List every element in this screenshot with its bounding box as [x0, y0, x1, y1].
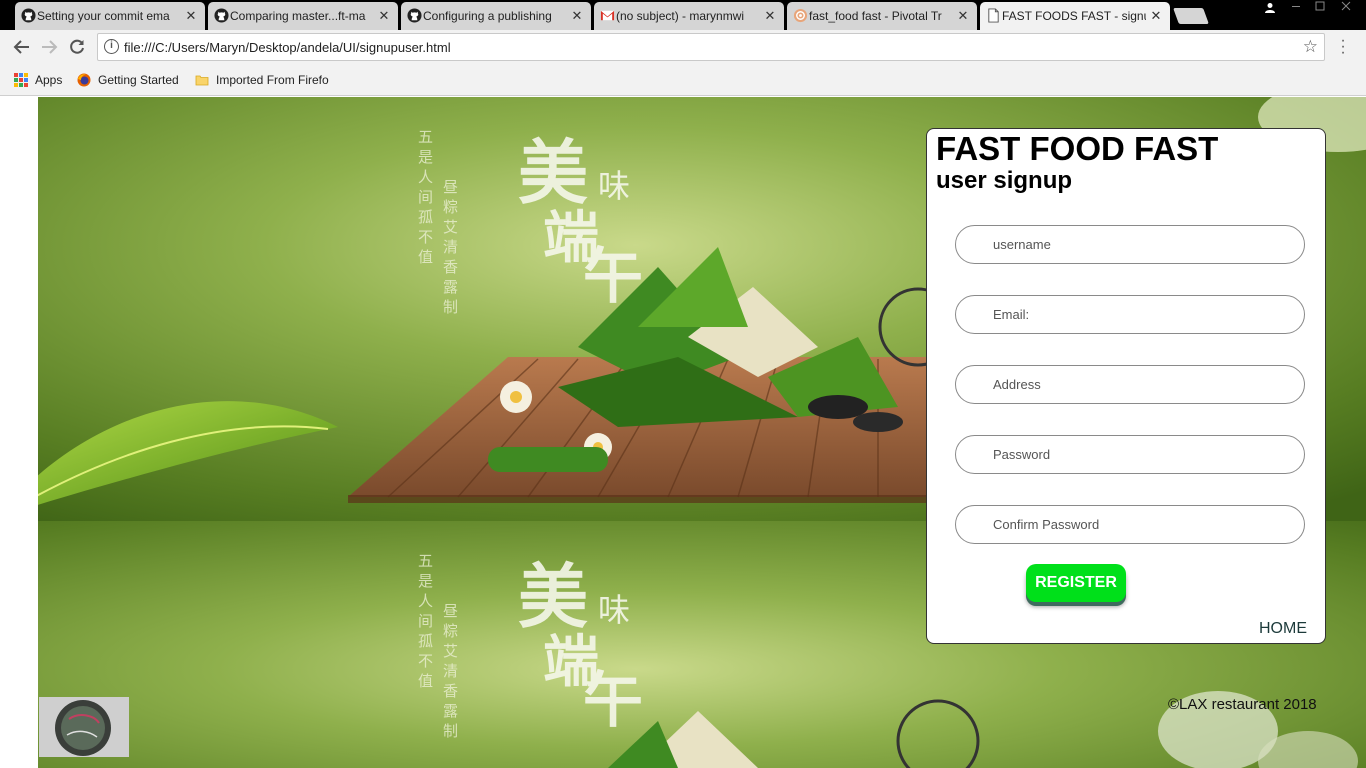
tab-title: fast_food fast - Pivotal Tr — [809, 9, 942, 23]
tab-commit-email[interactable]: Setting your commit ema ✕ — [15, 2, 205, 30]
svg-text:值: 值 — [418, 248, 433, 266]
svg-text:露: 露 — [443, 278, 458, 296]
svg-text:味: 味 — [598, 167, 630, 205]
svg-text:值: 值 — [418, 672, 433, 690]
svg-text:午: 午 — [583, 666, 643, 736]
svg-text:不: 不 — [418, 652, 433, 670]
tab-comparing-master[interactable]: Comparing master...ft-ma ✕ — [208, 2, 398, 30]
close-tab-icon[interactable]: ✕ — [571, 8, 583, 24]
svg-text:昼: 昼 — [443, 178, 458, 196]
svg-text:香: 香 — [443, 258, 458, 276]
reload-button[interactable] — [66, 36, 88, 58]
svg-text:粽: 粽 — [443, 198, 458, 216]
page-title: FAST FOOD FAST — [936, 130, 1219, 167]
username-field[interactable] — [955, 225, 1305, 264]
svg-text:人: 人 — [418, 168, 433, 186]
bookmark-getting-started[interactable]: Getting Started — [77, 71, 179, 89]
svg-text:味: 味 — [598, 591, 630, 629]
close-tab-icon[interactable]: ✕ — [957, 8, 969, 24]
svg-text:清: 清 — [443, 662, 458, 680]
svg-text:清: 清 — [443, 238, 458, 256]
signup-card: FAST FOOD FAST user signup REGISTER HOME — [926, 128, 1326, 644]
page-subtitle: user signup — [936, 167, 1073, 194]
svg-text:是: 是 — [418, 572, 433, 590]
gmail-icon — [600, 10, 615, 21]
svg-text:是: 是 — [418, 148, 433, 166]
github-icon — [214, 8, 229, 23]
bookmarks-bar: Apps Getting Started Imported From Firef… — [0, 64, 1366, 96]
bookmark-label: Apps — [35, 73, 63, 87]
pivotal-tracker-icon — [793, 8, 808, 23]
github-icon — [21, 8, 36, 23]
arrow-left-icon — [13, 40, 29, 54]
document-icon — [988, 8, 999, 23]
svg-text:孤: 孤 — [418, 632, 433, 650]
svg-text:艾: 艾 — [443, 642, 458, 660]
address-field[interactable] — [955, 365, 1305, 404]
tab-title: FAST FOODS FAST - signu — [1002, 9, 1146, 23]
bookmark-label: Imported From Firefo — [216, 73, 329, 87]
svg-text:五: 五 — [418, 552, 433, 570]
svg-text:间: 间 — [418, 188, 433, 206]
tab-title: Configuring a publishing — [423, 9, 552, 23]
tab-strip: Setting your commit ema ✕ Comparing mast… — [0, 0, 1366, 30]
reload-icon — [70, 39, 84, 54]
confirm-password-field[interactable] — [955, 505, 1305, 544]
svg-text:美: 美 — [518, 555, 588, 638]
info-icon[interactable]: i — [104, 39, 119, 54]
svg-text:艾: 艾 — [443, 218, 458, 236]
back-button[interactable] — [11, 36, 33, 58]
arrow-right-icon — [42, 40, 58, 54]
svg-text:香: 香 — [443, 682, 458, 700]
close-tab-icon[interactable]: ✕ — [378, 8, 390, 24]
folder-icon — [195, 75, 209, 86]
svg-text:粽: 粽 — [443, 622, 458, 640]
tab-gmail[interactable]: (no subject) - marynmwi ✕ — [594, 2, 784, 30]
restaurant-logo — [39, 697, 129, 757]
bookmark-star-icon[interactable]: ☆ — [1303, 37, 1318, 57]
forward-button[interactable] — [38, 36, 60, 58]
svg-text:昼: 昼 — [443, 602, 458, 620]
tab-title: Comparing master...ft-ma — [230, 9, 366, 23]
apps-grid-icon — [14, 73, 28, 87]
tab-configuring-publishing[interactable]: Configuring a publishing ✕ — [401, 2, 591, 30]
home-link[interactable]: HOME — [1259, 620, 1307, 638]
address-bar[interactable]: i file:///C:/Users/Maryn/Desktop/andela/… — [97, 33, 1325, 61]
register-button[interactable]: REGISTER — [1026, 564, 1126, 602]
bookmark-apps[interactable]: Apps — [14, 71, 62, 89]
page-viewport: 美 味 端 午 五是人 间孤不 值 昼粽艾 清香露 制 美 味 端 午 五 是 … — [0, 97, 1366, 768]
close-tab-icon[interactable]: ✕ — [185, 8, 197, 24]
github-icon — [407, 8, 422, 23]
menu-kebab-icon[interactable]: · · · — [1337, 33, 1349, 61]
browser-toolbar: i file:///C:/Users/Maryn/Desktop/andela/… — [0, 30, 1366, 64]
bookmark-imported-from-firefox[interactable]: Imported From Firefo — [195, 71, 330, 89]
tab-title: Setting your commit ema — [37, 9, 170, 23]
svg-text:不: 不 — [418, 228, 433, 246]
svg-text:制: 制 — [443, 722, 458, 740]
svg-text:制: 制 — [443, 298, 458, 316]
restore-icon[interactable] — [1312, 0, 1328, 16]
email-field[interactable] — [955, 295, 1305, 334]
close-window-icon[interactable] — [1338, 0, 1354, 16]
close-tab-icon[interactable]: ✕ — [764, 8, 776, 24]
close-tab-icon[interactable]: ✕ — [1150, 8, 1162, 24]
tab-pivotal-tracker[interactable]: fast_food fast - Pivotal Tr ✕ — [787, 2, 977, 30]
tab-title: (no subject) - marynmwi — [616, 9, 745, 23]
url-text[interactable]: file:///C:/Users/Maryn/Desktop/andela/UI… — [124, 40, 451, 55]
footer-copyright: ©LAX restaurant 2018 — [1168, 696, 1317, 713]
svg-text:美: 美 — [518, 131, 588, 214]
tab-signup-page[interactable]: FAST FOODS FAST - signu ✕ — [980, 2, 1170, 30]
bookmark-label: Getting Started — [98, 73, 179, 87]
svg-text:露: 露 — [443, 702, 458, 720]
user-profile-icon[interactable] — [1262, 0, 1278, 16]
svg-text:间: 间 — [418, 612, 433, 630]
svg-text:人: 人 — [418, 592, 433, 610]
minimize-icon[interactable] — [1288, 0, 1304, 16]
svg-text:五: 五 — [418, 128, 433, 146]
password-field[interactable] — [955, 435, 1305, 474]
new-tab-button[interactable] — [1173, 8, 1209, 24]
firefox-icon — [77, 73, 91, 87]
svg-text:孤: 孤 — [418, 208, 433, 226]
svg-text:午: 午 — [583, 242, 643, 312]
